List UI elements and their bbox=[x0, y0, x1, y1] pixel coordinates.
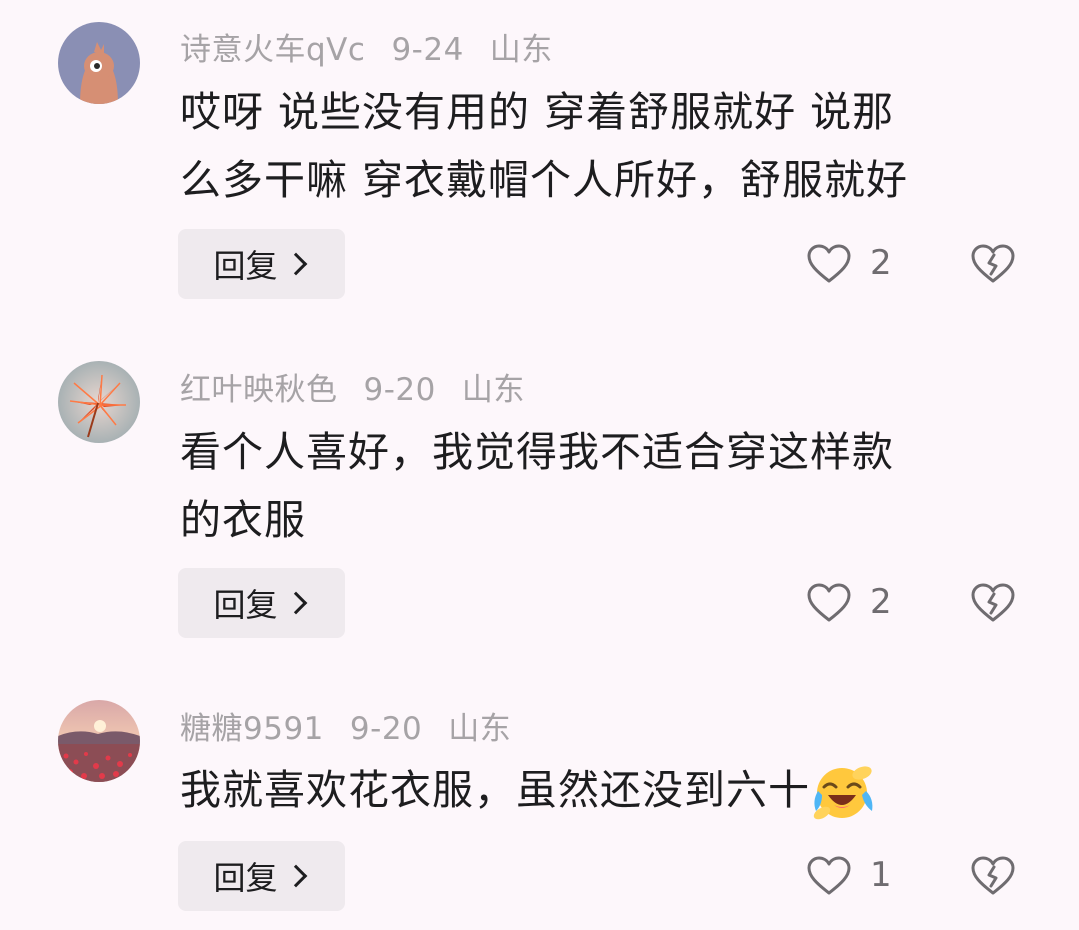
comment-location: 山东 bbox=[461, 372, 525, 408]
reply-label: 回复 bbox=[213, 586, 278, 624]
username[interactable]: 诗意火车qVc bbox=[180, 32, 365, 68]
cartoon-avatar-icon bbox=[58, 22, 140, 104]
avatar[interactable] bbox=[58, 700, 140, 782]
broken-heart-icon[interactable] bbox=[970, 243, 1016, 285]
avatar[interactable] bbox=[58, 22, 140, 104]
chevron-right-icon bbox=[284, 864, 307, 888]
comment-text: 看个人喜好，我觉得我不适合穿这样款 的衣服 bbox=[180, 418, 1020, 554]
comment-meta: 糖糖9591 9-20 山东 bbox=[180, 703, 537, 748]
reply-label: 回复 bbox=[213, 859, 278, 897]
like-count: 2 bbox=[870, 243, 892, 283]
comment-text-line: 哎呀 说些没有用的 穿着舒服就好 说那 bbox=[180, 88, 895, 136]
broken-heart-icon[interactable] bbox=[970, 855, 1016, 897]
heart-outline-icon[interactable] bbox=[806, 243, 852, 285]
comment-date: 9-20 bbox=[363, 372, 436, 408]
red-leaf-avatar-icon bbox=[58, 361, 140, 443]
reply-button[interactable]: 回复 bbox=[178, 229, 345, 299]
flower-field-avatar-icon bbox=[58, 700, 140, 782]
comment-text-line: 我就喜欢花衣服，虽然还没到六十 bbox=[180, 756, 1020, 824]
username[interactable]: 糖糖9591 bbox=[180, 711, 324, 747]
username[interactable]: 红叶映秋色 bbox=[180, 372, 338, 408]
comment-text-line: 么多干嘛 穿衣戴帽个人所好，舒服就好 bbox=[180, 156, 909, 204]
comment-date: 9-20 bbox=[349, 711, 423, 747]
comment-text: 我就喜欢花衣服，虽然还没到六十 bbox=[180, 756, 1020, 824]
comment-text-segment: 我就喜欢花衣服，虽然还没到六十 bbox=[180, 766, 810, 814]
comment-date: 9-24 bbox=[391, 32, 464, 68]
laughing-crying-emoji bbox=[813, 766, 873, 820]
like-count: 2 bbox=[870, 582, 892, 622]
reply-label: 回复 bbox=[213, 247, 278, 285]
comment-text-line: 看个人喜好，我觉得我不适合穿这样款 bbox=[180, 428, 894, 476]
heart-outline-icon[interactable] bbox=[806, 855, 852, 897]
chevron-right-icon bbox=[284, 591, 307, 615]
heart-outline-icon[interactable] bbox=[806, 582, 852, 624]
comment-text-line: 的衣服 bbox=[180, 496, 306, 544]
broken-heart-icon[interactable] bbox=[970, 582, 1016, 624]
comment-meta: 诗意火车qVc 9-24 山东 bbox=[180, 24, 579, 69]
chevron-right-icon bbox=[284, 252, 307, 276]
reply-button[interactable]: 回复 bbox=[178, 841, 345, 911]
comment-meta: 红叶映秋色 9-20 山东 bbox=[180, 364, 551, 409]
comment-location: 山东 bbox=[489, 32, 553, 68]
like-count: 1 bbox=[870, 855, 892, 895]
comment-text: 哎呀 说些没有用的 穿着舒服就好 说那 么多干嘛 穿衣戴帽个人所好，舒服就好 bbox=[180, 78, 1020, 214]
reply-button[interactable]: 回复 bbox=[178, 568, 345, 638]
avatar[interactable] bbox=[58, 361, 140, 443]
comment-location: 山东 bbox=[448, 711, 512, 747]
